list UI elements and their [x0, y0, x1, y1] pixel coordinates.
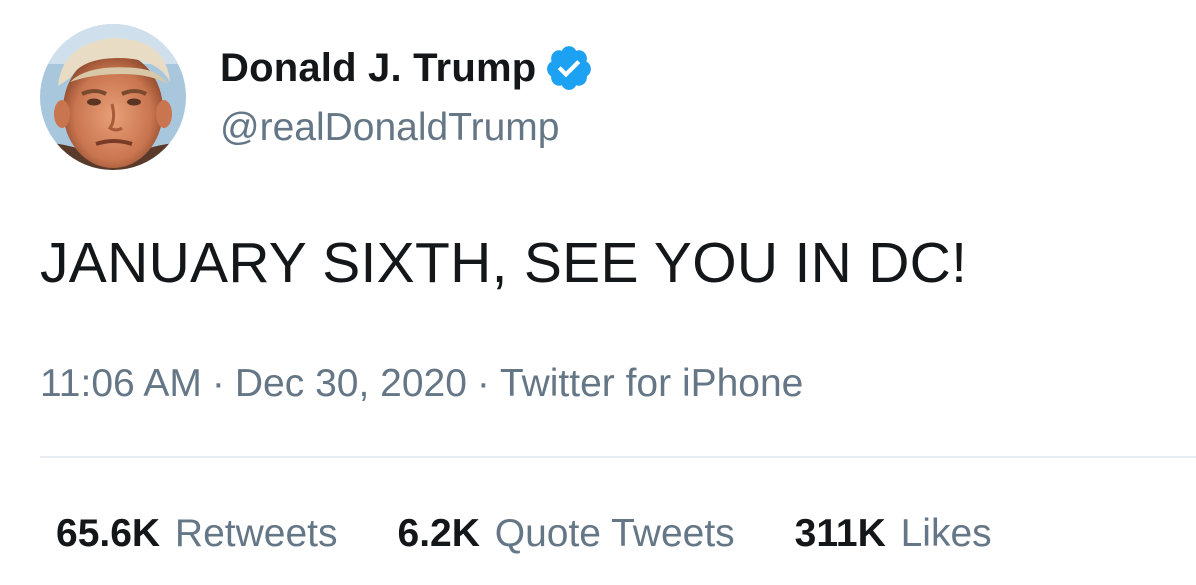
tweet-source-link[interactable]: Twitter for iPhone — [500, 362, 803, 405]
likes-count: 311K — [794, 512, 886, 555]
tweet-source: Twitter for iPhone — [499, 362, 804, 405]
quote-tweets-label: Quote Tweets — [494, 512, 735, 555]
user-handle[interactable]: @realDonaldTrump — [220, 106, 559, 150]
tweet-text: JANUARY SIXTH, SEE YOU IN DC! — [40, 231, 968, 295]
retweets-label: Retweets — [174, 512, 338, 555]
quote-tweets-stat-link[interactable]: 6.2K Quote Tweets — [398, 512, 735, 556]
tweet-meta: 11:06 AM · Dec 30, 2020 · Twitter for iPhone — [40, 362, 803, 406]
meta-separator: · — [211, 362, 225, 405]
divider — [40, 456, 1196, 458]
avatar[interactable] — [40, 24, 186, 170]
tweet-time-link[interactable]: 11:06 AM — [40, 362, 202, 405]
display-name[interactable]: Donald J. Trump — [220, 46, 536, 91]
retweets-count: 65.6K — [56, 512, 161, 555]
profile-photo-icon — [40, 24, 186, 170]
meta-separator: · — [476, 362, 490, 405]
likes-label: Likes — [900, 512, 992, 555]
tweet-date-link[interactable]: Dec 30, 2020 — [235, 362, 467, 405]
retweets-stat-link[interactable]: 65.6K Retweets — [56, 512, 338, 556]
verified-badge-icon — [544, 43, 594, 93]
likes-stat-link[interactable]: 311K Likes — [795, 512, 992, 556]
tweet-card: Donald J. Trump @realDonaldTrump JANUARY… — [0, 0, 1196, 585]
quote-tweets-count: 6.2K — [397, 512, 480, 555]
tweet-stats: 65.6K Retweets 6.2K Quote Tweets 311K Li… — [56, 512, 1052, 556]
tweet-time: 11:06 AM — [40, 362, 202, 405]
display-name-row: Donald J. Trump — [220, 40, 594, 96]
tweet-date: Dec 30, 2020 — [234, 362, 467, 405]
